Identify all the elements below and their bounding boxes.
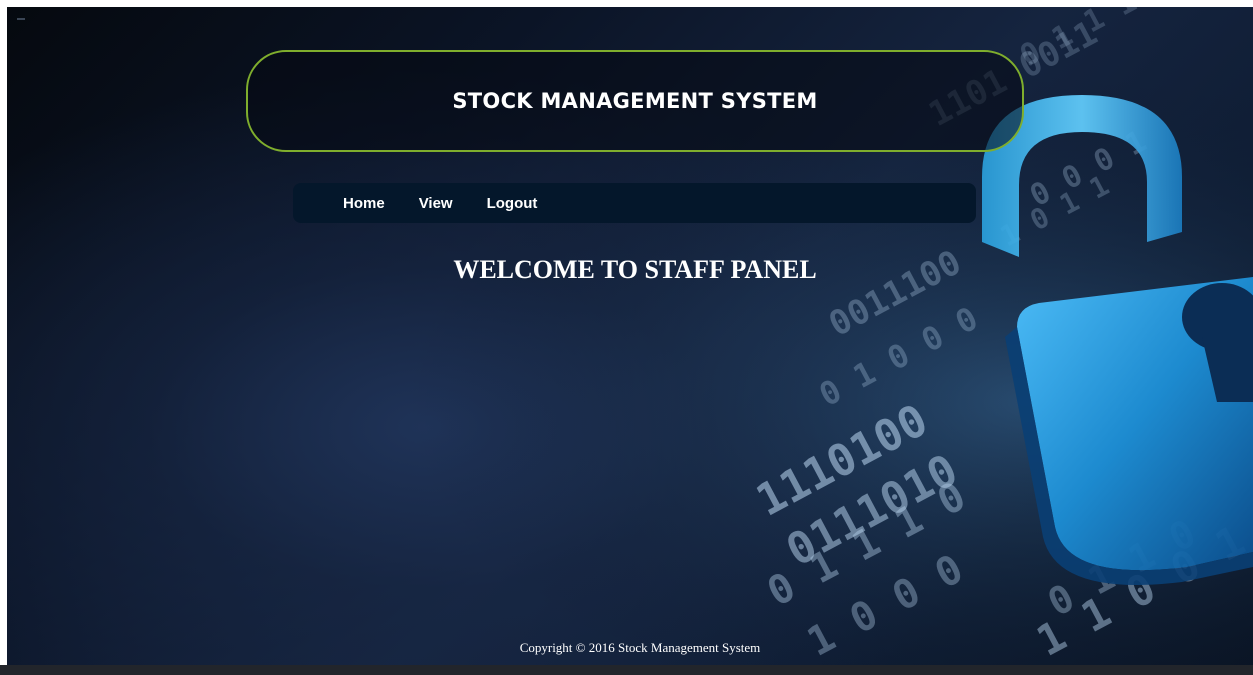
page-background: 1101 0011 0 1 1 1 0 0011100 0 1 0 0 0 11… xyxy=(7,7,1253,665)
welcome-text: WELCOME TO STAFF PANEL xyxy=(453,255,817,284)
welcome-heading: WELCOME TO STAFF PANEL xyxy=(7,255,1253,285)
corner-mark xyxy=(17,18,25,20)
nav-logout-link[interactable]: Logout xyxy=(487,195,538,212)
nav-home-link[interactable]: Home xyxy=(343,195,385,212)
bottom-bar xyxy=(0,665,1253,675)
main-nav: Home View Logout xyxy=(293,183,976,223)
site-title: STOCK MANAGEMENT SYSTEM xyxy=(452,89,818,113)
copyright-text: Copyright © 2016 Stock Management System xyxy=(519,640,761,655)
nav-view-link[interactable]: View xyxy=(419,195,453,212)
footer-copyright: Copyright © 2016 Stock Management System xyxy=(7,640,1253,656)
header-banner: STOCK MANAGEMENT SYSTEM xyxy=(246,50,1024,152)
